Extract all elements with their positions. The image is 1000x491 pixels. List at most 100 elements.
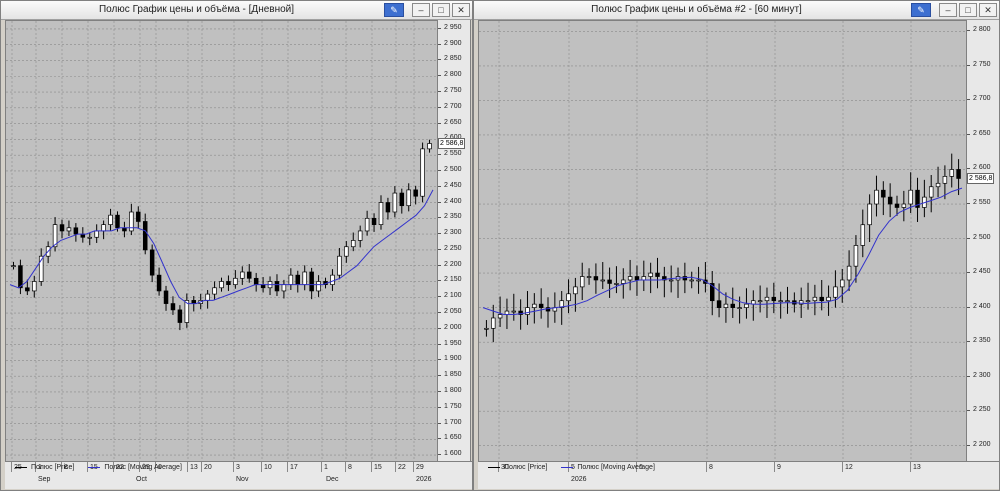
candle-body: [149, 249, 155, 276]
y-tick-mark: [967, 64, 970, 66]
candle-body: [504, 310, 510, 315]
candle-body: [66, 227, 72, 232]
daily-chart-window[interactable]: Полюс График цены и объёма - [Дневной] ✎…: [0, 0, 473, 491]
candle-body: [607, 279, 612, 284]
candle-body: [737, 307, 742, 309]
y-tick-mark: [438, 233, 441, 235]
y-tick-mark: [438, 248, 441, 250]
minimize-icon[interactable]: ‒: [412, 3, 430, 17]
candle-body: [627, 276, 633, 281]
y-tick-label: 2 200: [973, 440, 991, 448]
x-tick-label: 3: [236, 464, 240, 471]
hourly-chart-window[interactable]: Полюс График цены и объёма #2 - [60 мину…: [473, 0, 1000, 491]
y-tick-mark: [438, 185, 441, 187]
candle-body: [350, 240, 356, 248]
y-tick-mark: [967, 203, 970, 205]
y-tick-label: 1 650: [444, 434, 462, 442]
candle-body: [812, 296, 818, 302]
y-tick-label: 2 450: [973, 268, 991, 276]
candle-body: [730, 303, 735, 308]
close-icon[interactable]: ✕: [452, 3, 470, 17]
y-tick-label: 1 800: [444, 386, 462, 394]
candle-body: [136, 211, 141, 222]
y-tick-mark: [438, 217, 441, 219]
price-chart-svg: [6, 21, 437, 461]
y-tick-label: 2 700: [444, 102, 462, 110]
candle-body: [316, 281, 321, 292]
y-tick-label: 2 100: [444, 292, 462, 300]
price-axis[interactable]: 2 9502 9002 8502 8002 7502 7002 6502 600…: [437, 20, 471, 462]
x-tick-mark: [395, 462, 396, 472]
minimize-icon[interactable]: ‒: [939, 3, 957, 17]
candle-body: [579, 276, 585, 288]
window-titlebar[interactable]: Полюс График цены и объёма #2 - [60 мину…: [474, 1, 999, 20]
candle-body: [696, 279, 701, 282]
last-price-label: 2 586,8: [967, 172, 995, 184]
candle-body: [497, 314, 503, 319]
y-tick-label: 2 000: [444, 323, 462, 331]
y-tick-label: 2 400: [973, 302, 991, 310]
candle-body: [949, 169, 954, 177]
candle-body: [819, 296, 824, 302]
x-tick-label: 9: [777, 464, 781, 471]
y-tick-mark: [438, 375, 441, 377]
legend-item-price: Полюс [Price]: [15, 464, 74, 471]
x-tick-mark: [345, 462, 346, 472]
pin-icon[interactable]: ✎: [384, 3, 404, 17]
candle-body: [887, 196, 893, 205]
x-tick-label: 29: [416, 464, 424, 471]
y-tick-label: 1 900: [444, 355, 462, 363]
x-tick-label: 10: [264, 464, 272, 471]
candle-body: [420, 148, 425, 197]
candle-body: [874, 189, 879, 205]
y-tick-label: 2 950: [444, 23, 462, 31]
y-tick-label: 2 300: [444, 229, 462, 237]
candle-body: [163, 290, 169, 304]
candle-body: [634, 276, 640, 281]
window-title: Полюс График цены и объёма #2 - [60 мину…: [591, 4, 802, 15]
x-tick-label: 17: [290, 464, 298, 471]
y-tick-mark: [438, 106, 441, 108]
close-icon[interactable]: ✕: [979, 3, 997, 17]
y-tick-mark: [438, 264, 441, 266]
maximize-icon[interactable]: □: [432, 3, 450, 17]
candle-body: [846, 265, 852, 281]
candle-body: [25, 287, 30, 292]
candle-body: [532, 303, 537, 308]
window-titlebar[interactable]: Полюс График цены и объёма - [Дневной] ✎…: [1, 1, 472, 20]
candle-body: [757, 300, 763, 303]
price-chart-area[interactable]: [5, 20, 438, 462]
x-tick-mark: [11, 462, 12, 472]
candle-body: [302, 271, 307, 285]
candle-body: [413, 189, 418, 197]
y-tick-mark: [438, 91, 441, 93]
y-tick-mark: [438, 43, 441, 45]
y-tick-label: 2 900: [444, 39, 462, 47]
candle-body: [170, 303, 176, 311]
candle-body: [491, 317, 496, 329]
candle-body: [177, 309, 183, 323]
y-tick-label: 2 550: [444, 150, 462, 158]
price-chart-area[interactable]: [478, 20, 967, 462]
y-tick-mark: [967, 410, 970, 412]
y-tick-mark: [438, 122, 441, 124]
maximize-icon[interactable]: □: [959, 3, 977, 17]
legend-item-ma: Полюс [Moving Average]: [561, 464, 655, 471]
x-month-label: Oct: [136, 476, 147, 483]
candle-body: [723, 303, 729, 308]
price-axis[interactable]: 2 800 2 750 2 700 2 650 2 600 2 550 2 500 2 450…: [966, 20, 1000, 462]
y-tick-mark: [438, 406, 441, 408]
y-tick-label: 2 500: [973, 233, 991, 241]
y-tick-label: 2 800: [444, 71, 462, 79]
x-tick-mark: [287, 462, 288, 472]
x-tick-mark: [413, 462, 414, 472]
y-tick-mark: [438, 343, 441, 345]
x-month-label: Nov: [236, 476, 249, 483]
candle-body: [101, 224, 106, 232]
x-tick-label: 13: [190, 464, 198, 471]
y-tick-mark: [438, 390, 441, 392]
pin-icon[interactable]: ✎: [911, 3, 931, 17]
candle-body: [860, 224, 866, 246]
candle-body: [573, 286, 578, 295]
candle-body: [73, 227, 79, 235]
